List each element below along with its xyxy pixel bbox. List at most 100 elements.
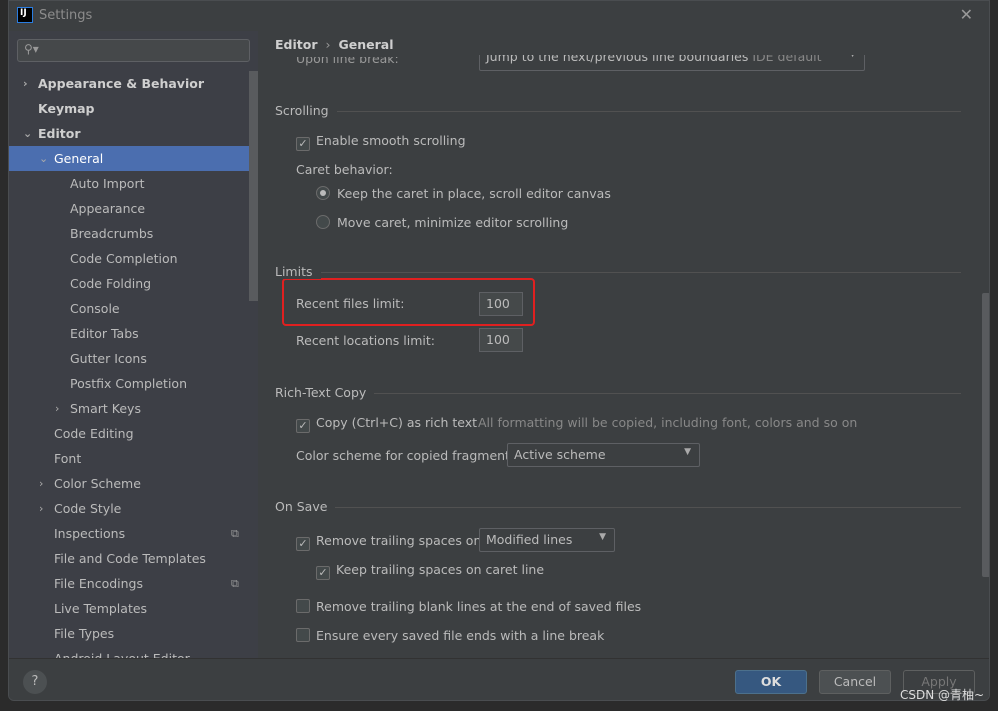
checkbox-checked-icon: ✓ <box>296 137 310 151</box>
breadcrumb-editor[interactable]: Editor <box>275 37 318 52</box>
tree-item[interactable]: File Types <box>9 621 249 646</box>
tree-item-label: Code Completion <box>70 251 178 266</box>
main-panel: Editor › General Upon line break: Jump to … <box>259 31 989 658</box>
caret-behavior-label: Caret behavior: <box>296 162 393 177</box>
settings-dialog: IJ Settings ✕ ⚲▾ › Appearance & Behavior K… <box>8 0 990 701</box>
chevron-down-icon[interactable]: ⌄ <box>39 146 48 171</box>
tree-item[interactable]: Editor Tabs <box>9 321 249 346</box>
keep-trailing-spaces-checkbox[interactable]: ✓ Keep trailing spaces on caret line <box>316 562 544 580</box>
tree-item-label: General <box>54 151 104 166</box>
color-scheme-select[interactable]: Active scheme ▼ <box>507 443 700 467</box>
smooth-scrolling-checkbox[interactable]: ✓ Enable smooth scrolling <box>296 133 466 151</box>
recent-locations-label: Recent locations limit: <box>296 333 435 348</box>
search-input[interactable]: ⚲▾ <box>17 39 250 62</box>
tree-item-label: Editor <box>38 126 81 141</box>
tree-item-label: Gutter Icons <box>70 351 147 366</box>
chevron-down-icon[interactable]: ⌄ <box>23 121 32 146</box>
chevron-right-icon[interactable]: › <box>39 496 43 521</box>
tree-item-label: Editor Tabs <box>70 326 139 341</box>
cancel-button[interactable]: Cancel <box>819 670 891 694</box>
chevron-down-icon: ▼ <box>849 49 856 59</box>
tree-item-label: Breadcrumbs <box>70 226 154 241</box>
recent-files-input[interactable]: 100 <box>479 292 523 316</box>
tree-item[interactable]: › Code Style <box>9 496 249 521</box>
tree-item[interactable]: › Smart Keys <box>9 396 249 421</box>
radio-icon <box>316 215 330 229</box>
tree-item-label: Code Folding <box>70 276 152 291</box>
upon-line-break-value: Jump to the next/previous line boundarie… <box>486 49 749 64</box>
tree-item-label: Live Templates <box>54 601 148 616</box>
sidebar: ⚲▾ › Appearance & Behavior Keymap ⌄ Editor ⌄ G… <box>9 31 258 666</box>
tree-item[interactable]: Auto Import <box>9 171 249 196</box>
section-scrolling: Scrolling <box>275 103 961 119</box>
section-title: On Save <box>275 499 336 514</box>
tree-item-label: Console <box>70 301 120 316</box>
tree-item-label: Postfix Completion <box>70 376 187 391</box>
ensure-line-break-checkbox[interactable]: Ensure every saved file ends with a line… <box>296 628 604 643</box>
close-icon[interactable]: ✕ <box>960 5 973 24</box>
tree-item-label: Auto Import <box>70 176 145 191</box>
tree-item[interactable]: › Appearance & Behavior <box>9 71 249 96</box>
intellij-logo: IJ <box>17 7 33 23</box>
tree-item-label: File and Code Templates <box>54 551 206 566</box>
recent-files-label: Recent files limit: <box>296 296 405 311</box>
copy-rich-text-checkbox[interactable]: ✓ Copy (Ctrl+C) as rich text <box>296 415 477 433</box>
tree-item[interactable]: Breadcrumbs <box>9 221 249 246</box>
tree-item[interactable]: File Encodings ⧉ <box>9 571 249 596</box>
caret-option-keep-radio[interactable]: Keep the caret in place, scroll editor c… <box>316 186 611 201</box>
section-title: Limits <box>275 264 321 279</box>
rich-copy-hint: All formatting will be copied, including… <box>478 415 858 430</box>
remove-trailing-mode-select[interactable]: Modified lines ▼ <box>479 528 615 552</box>
tree-item-label: Inspections <box>54 526 126 541</box>
tree-item-label: Appearance <box>70 201 146 216</box>
tree-item[interactable]: › Color Scheme <box>9 471 249 496</box>
tree-item[interactable]: Code Folding <box>9 271 249 296</box>
breadcrumb: Editor › General <box>275 37 394 52</box>
tree-item[interactable]: Postfix Completion <box>9 371 249 396</box>
chevron-right-icon[interactable]: › <box>23 71 28 96</box>
help-button[interactable]: ? <box>23 670 47 694</box>
tree-item-label: Code Style <box>54 501 122 516</box>
ok-button[interactable]: OK <box>735 670 807 694</box>
button-bar: ? OK Cancel Apply <box>9 658 989 700</box>
section-rich-text-copy: Rich-Text Copy <box>275 385 961 401</box>
tree-item-label: Code Editing <box>54 426 134 441</box>
tree-item[interactable]: Live Templates <box>9 596 249 621</box>
upon-line-break-label: Upon line break: <box>296 51 399 66</box>
breadcrumb-general: General <box>338 37 394 52</box>
tree-item-label: Smart Keys <box>70 401 141 416</box>
tree-item[interactable]: Console <box>9 296 249 321</box>
recent-locations-input[interactable]: 100 <box>479 328 523 352</box>
watermark: CSDN @青柚~ <box>900 688 985 702</box>
search-icon: ⚲▾ <box>24 42 39 56</box>
tree-item[interactable]: Appearance <box>9 196 249 221</box>
main-scrollbar[interactable] <box>982 293 989 577</box>
upon-line-break-hint: IDE default <box>752 49 822 64</box>
chevron-right-icon[interactable]: › <box>39 471 43 496</box>
tree-item[interactable]: Gutter Icons <box>9 346 249 371</box>
chevron-right-icon[interactable]: › <box>55 396 59 421</box>
checkbox-checked-icon: ✓ <box>296 537 310 551</box>
tree-item[interactable]: Keymap <box>9 96 249 121</box>
sidebar-scrollbar[interactable] <box>249 71 258 301</box>
tree-item[interactable]: Code Editing <box>9 421 249 446</box>
tree-item[interactable]: ⌄ General <box>9 146 249 171</box>
remove-blank-lines-checkbox[interactable]: Remove trailing blank lines at the end o… <box>296 599 641 614</box>
chevron-down-icon: ▼ <box>599 532 606 542</box>
tree-item[interactable]: Font <box>9 446 249 471</box>
upon-line-break-select[interactable]: Jump to the next/previous line boundarie… <box>479 49 865 71</box>
chevron-right-icon: › <box>325 37 331 52</box>
tree-item[interactable]: ⌄ Editor <box>9 121 249 146</box>
window-title: Settings <box>39 8 93 23</box>
caret-option-move-radio[interactable]: Move caret, minimize editor scrolling <box>316 215 568 230</box>
tree-item[interactable]: Code Completion <box>9 246 249 271</box>
tree-item[interactable]: Inspections ⧉ <box>9 521 249 546</box>
tree-item-label: Color Scheme <box>54 476 141 491</box>
tree-item[interactable]: File and Code Templates <box>9 546 249 571</box>
checkbox-checked-icon: ✓ <box>316 566 330 580</box>
chevron-down-icon: ▼ <box>684 447 691 457</box>
section-on-save: On Save <box>275 499 961 515</box>
tree-item-label: File Types <box>54 626 115 641</box>
section-title: Scrolling <box>275 103 337 118</box>
remove-trailing-spaces-checkbox[interactable]: ✓ Remove trailing spaces on: <box>296 533 486 551</box>
